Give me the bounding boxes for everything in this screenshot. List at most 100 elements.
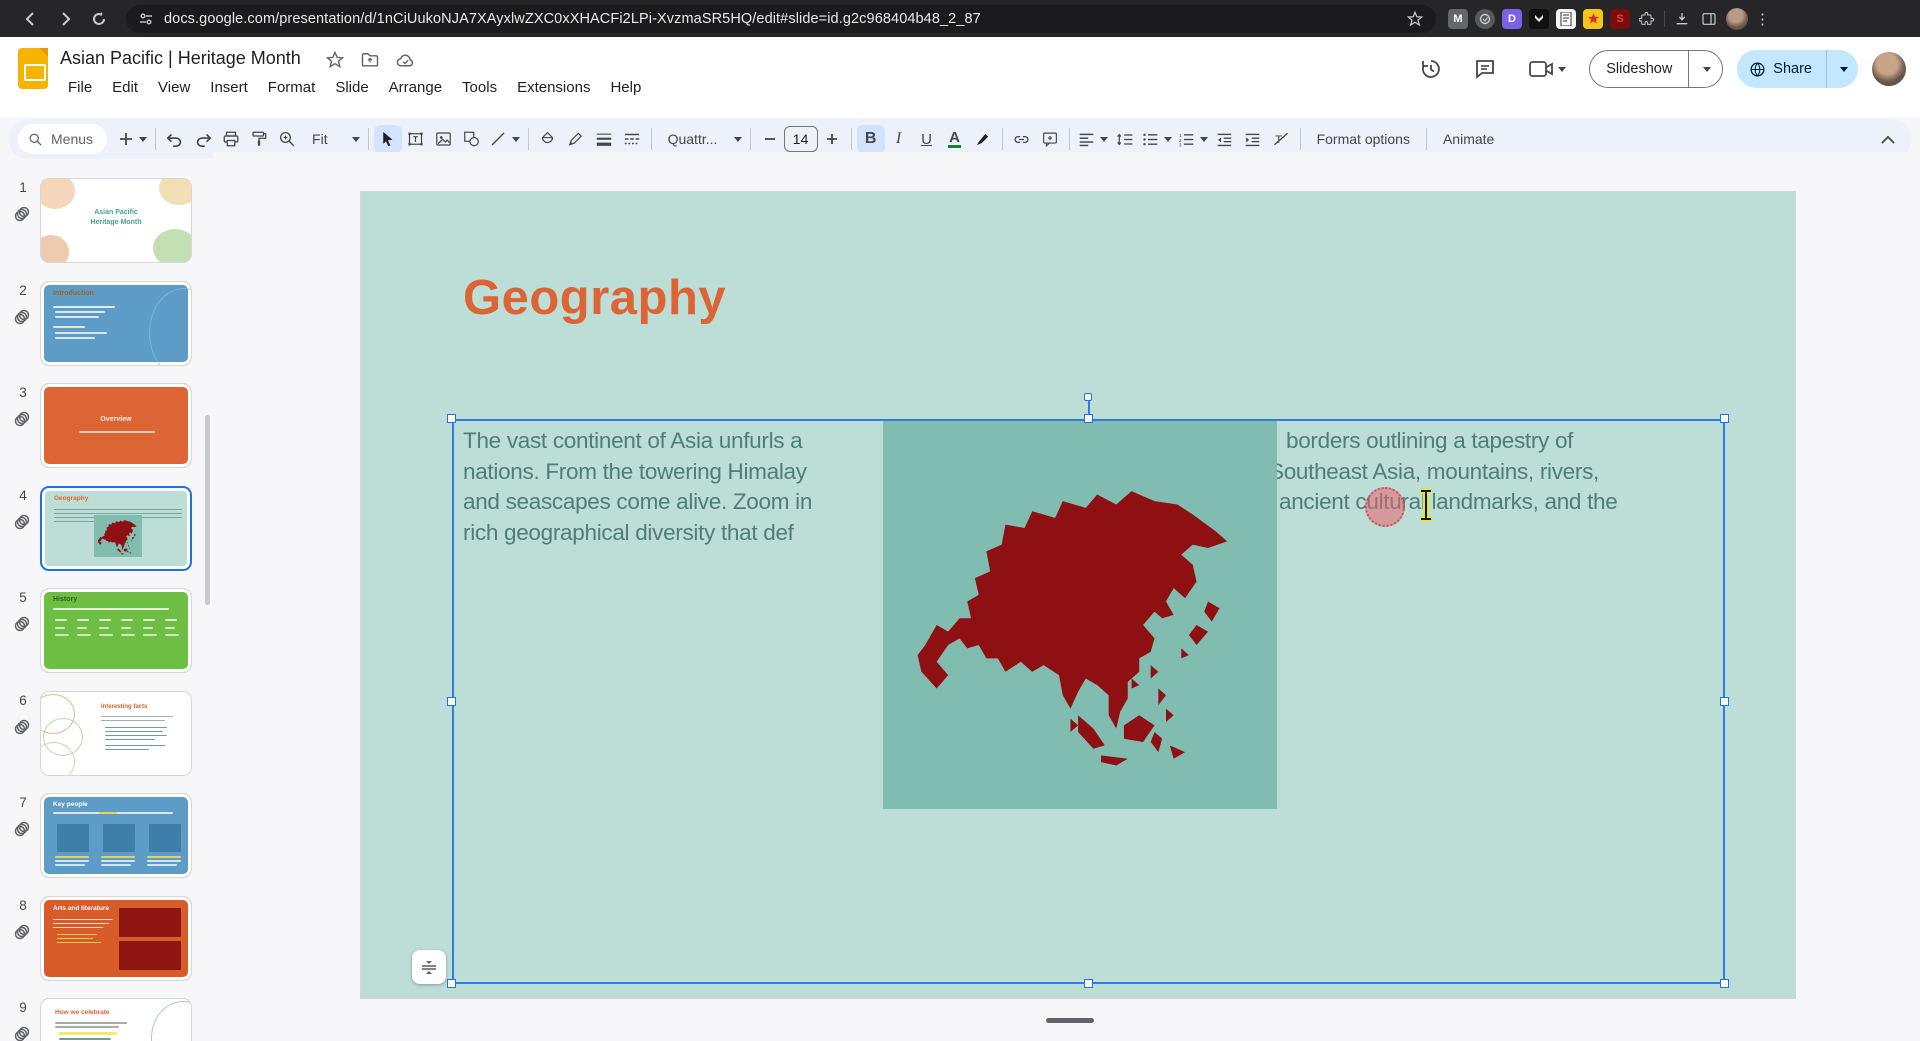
handle-bottom-left[interactable] xyxy=(447,979,456,988)
insert-plus-button[interactable] xyxy=(115,125,150,153)
font-family-select[interactable]: Quattr... xyxy=(657,125,745,153)
side-panel-icon[interactable] xyxy=(1699,9,1719,29)
handle-mid-left[interactable] xyxy=(447,697,456,706)
comments-icon[interactable] xyxy=(1465,49,1505,89)
print-button[interactable] xyxy=(217,125,245,153)
back-icon[interactable] xyxy=(14,5,48,33)
body-line-left[interactable]: nations. From the towering Himalay xyxy=(463,459,807,485)
menu-arrange[interactable]: Arrange xyxy=(381,77,450,98)
clear-formatting-button[interactable]: T xyxy=(1267,125,1295,153)
browser-menu-icon[interactable]: ⋮ xyxy=(1755,10,1771,28)
speaker-notes-resize-handle[interactable] xyxy=(1046,1018,1094,1023)
zoom-select[interactable]: Fit xyxy=(301,125,363,153)
ext-list-icon[interactable] xyxy=(1556,9,1576,29)
extensions-puzzle-icon[interactable] xyxy=(1637,9,1657,29)
slides-logo[interactable] xyxy=(18,48,48,89)
animate-button[interactable]: Animate xyxy=(1432,125,1505,153)
body-line-left[interactable]: and seascapes come alive. Zoom in xyxy=(463,489,812,515)
body-line-right[interactable]: borders outlining a tapestry of xyxy=(1286,428,1573,454)
menu-format[interactable]: Format xyxy=(260,77,324,98)
font-size-decrease[interactable] xyxy=(756,125,784,153)
undo-button[interactable] xyxy=(161,125,189,153)
paint-format-button[interactable] xyxy=(245,125,273,153)
slide-thumbnail-3[interactable]: Overview xyxy=(40,383,192,468)
slide-thumbnail-4[interactable]: Geography xyxy=(40,486,192,571)
add-comment-button[interactable] xyxy=(1036,125,1064,153)
account-avatar[interactable] xyxy=(1872,52,1906,86)
slide-thumbnail-7[interactable]: Key people xyxy=(40,793,192,878)
border-weight-tool[interactable] xyxy=(590,125,618,153)
menu-extensions[interactable]: Extensions xyxy=(509,77,598,98)
downloads-icon[interactable] xyxy=(1672,9,1692,29)
menu-tools[interactable]: Tools xyxy=(454,77,505,98)
menu-view[interactable]: View xyxy=(150,77,198,98)
slide-title-text[interactable]: Geography xyxy=(463,270,726,326)
bold-button[interactable]: B xyxy=(857,125,885,153)
border-dash-tool[interactable] xyxy=(618,125,646,153)
select-tool[interactable] xyxy=(374,125,402,153)
slideshow-label[interactable]: Slideshow xyxy=(1590,51,1688,87)
handle-bottom-right[interactable] xyxy=(1720,979,1729,988)
address-bar[interactable]: docs.google.com/presentation/d/1nCiUukoN… xyxy=(126,5,1436,33)
ext-m-icon[interactable]: M xyxy=(1448,9,1468,29)
format-options-button[interactable]: Format options xyxy=(1306,125,1421,153)
slide-thumbnail-1[interactable]: Asian PacificHeritage Month xyxy=(40,178,192,263)
font-size-increase[interactable] xyxy=(818,125,846,153)
body-line-left[interactable]: The vast continent of Asia unfurls a xyxy=(463,428,802,454)
insert-image-tool[interactable] xyxy=(430,125,458,153)
menus-search[interactable]: Menus xyxy=(18,124,107,154)
slideshow-dropdown[interactable] xyxy=(1688,51,1722,87)
ext-star-icon[interactable] xyxy=(1583,9,1603,29)
fill-color-tool[interactable] xyxy=(534,125,562,153)
ext-d-icon[interactable]: D xyxy=(1502,9,1522,29)
menu-edit[interactable]: Edit xyxy=(104,77,146,98)
star-document-icon[interactable] xyxy=(325,50,345,75)
ext-s-icon[interactable]: S xyxy=(1610,9,1630,29)
share-button[interactable]: Share xyxy=(1737,50,1858,88)
line-spacing-button[interactable] xyxy=(1111,125,1139,153)
filmstrip-scrollbar[interactable] xyxy=(205,415,210,605)
share-label[interactable]: Share xyxy=(1773,61,1812,77)
ext-circle-icon[interactable] xyxy=(1475,9,1495,29)
hide-menus-button[interactable] xyxy=(1874,125,1902,153)
text-box-tool[interactable] xyxy=(402,125,430,153)
slide-thumbnail-6[interactable]: Interesting facts xyxy=(40,691,192,776)
asia-map-image[interactable] xyxy=(883,420,1277,809)
reload-icon[interactable] xyxy=(82,5,116,33)
handle-top-left[interactable] xyxy=(447,414,456,423)
underline-button[interactable]: U xyxy=(913,125,941,153)
meet-icon[interactable] xyxy=(1519,49,1575,89)
italic-button[interactable]: I xyxy=(885,125,913,153)
border-color-tool[interactable] xyxy=(562,125,590,153)
ext-dark-icon[interactable] xyxy=(1529,9,1549,29)
menu-slide[interactable]: Slide xyxy=(327,77,376,98)
slideshow-button[interactable]: Slideshow xyxy=(1589,50,1723,88)
bookmark-star-icon[interactable] xyxy=(1406,10,1424,28)
insert-link-button[interactable] xyxy=(1008,125,1036,153)
url-text[interactable]: docs.google.com/presentation/d/1nCiUukoN… xyxy=(164,11,1406,27)
autofit-indicator-button[interactable] xyxy=(412,950,446,984)
numbered-list-button[interactable]: 123 xyxy=(1175,125,1211,153)
slide-thumbnail-8[interactable]: Arts and literature xyxy=(40,896,192,981)
font-size-field[interactable]: 14 xyxy=(784,126,818,152)
body-line-right[interactable]: ancient cultural landmarks, and the xyxy=(1279,489,1617,515)
slide-thumbnail-2[interactable]: Introduction xyxy=(40,281,192,366)
browser-avatar[interactable] xyxy=(1726,8,1748,30)
decrease-indent-button[interactable] xyxy=(1211,125,1239,153)
insert-shape-tool[interactable] xyxy=(458,125,486,153)
redo-button[interactable] xyxy=(189,125,217,153)
highlight-color-button[interactable] xyxy=(969,125,997,153)
document-title[interactable]: Asian Pacific | Heritage Month xyxy=(60,48,301,69)
increase-indent-button[interactable] xyxy=(1239,125,1267,153)
body-line-right[interactable]: Southeast Asia, mountains, rivers, xyxy=(1269,459,1599,485)
site-settings-icon[interactable] xyxy=(138,11,154,27)
share-dropdown[interactable] xyxy=(1826,50,1858,88)
insert-line-tool[interactable] xyxy=(486,125,523,153)
slide-canvas[interactable]: Geography The vast continent of Asia unf… xyxy=(360,191,1796,999)
slide-thumbnail-9[interactable]: How we celebrate xyxy=(40,998,192,1041)
align-button[interactable] xyxy=(1075,125,1111,153)
bulleted-list-button[interactable] xyxy=(1139,125,1175,153)
rotation-handle[interactable] xyxy=(1084,393,1092,401)
menu-file[interactable]: File xyxy=(60,77,100,98)
version-history-icon[interactable] xyxy=(1411,49,1451,89)
